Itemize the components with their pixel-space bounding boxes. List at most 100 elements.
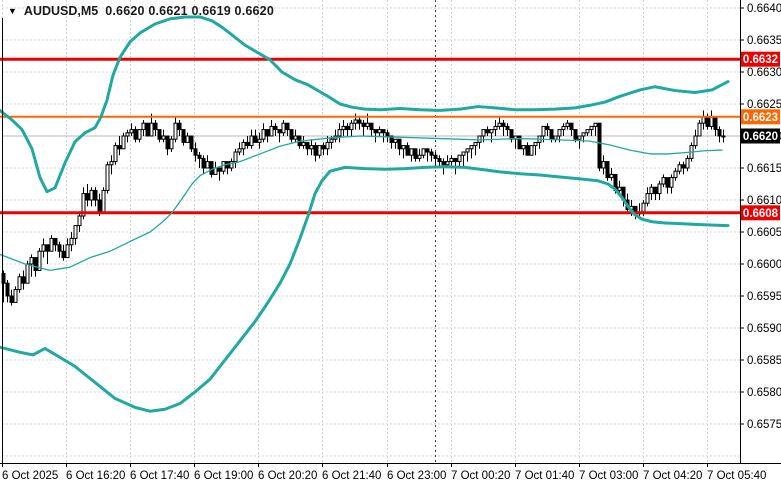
candle-body-down	[245, 141, 250, 147]
candle-body-up	[113, 145, 118, 163]
candle-body-down	[549, 129, 554, 140]
candle-body-down	[441, 161, 446, 166]
candle-body-down	[665, 177, 670, 188]
y-axis-label: 0.6625	[747, 99, 781, 111]
candle-body-up	[417, 154, 422, 159]
candle-body-up	[649, 186, 654, 195]
candle-body-up	[257, 138, 262, 143]
chart-title-bar: ▼ AUDUSD,M5 0.6620 0.6621 0.6619 0.6620	[8, 3, 274, 19]
candle-body-up	[669, 177, 674, 188]
candle-body-down	[277, 129, 282, 134]
candle-body-down	[265, 129, 270, 137]
candle-body-down	[93, 189, 98, 201]
symbol-dropdown-icon[interactable]: ▼	[8, 6, 17, 16]
candle-body-up	[237, 148, 242, 153]
candle-body-down	[145, 122, 150, 137]
candle-body-down	[201, 157, 206, 169]
candle-body-up	[661, 177, 666, 185]
candle-body-up	[105, 164, 110, 191]
x-axis-label: 6 Oct 21:40	[322, 470, 381, 482]
candle-body-up	[581, 132, 586, 137]
candle-body-up	[657, 183, 662, 195]
candle-body-up	[173, 122, 178, 140]
candle-body-down	[505, 125, 510, 131]
candle-body-down	[253, 135, 258, 143]
x-axis-label: 6 Oct 2025	[2, 470, 58, 482]
candle-body-up	[329, 138, 334, 143]
candle-body-down	[197, 154, 202, 159]
price-badge-value: 0.6620	[743, 131, 778, 143]
candle-body-down	[485, 129, 490, 134]
y-axis-label: 0.6630	[747, 67, 781, 79]
candle-body-down	[153, 122, 158, 131]
candle-body-down	[517, 135, 522, 150]
candle-body-down	[33, 257, 38, 271]
candle-body-down	[597, 122, 602, 169]
candle-body-up	[101, 189, 106, 214]
candle-body-up	[137, 129, 142, 140]
y-axis-label: 0.6635	[747, 35, 781, 47]
candle-body-up	[377, 129, 382, 134]
candle-body-up	[17, 276, 22, 291]
candle-body-up	[301, 141, 306, 147]
candle-body-up	[317, 145, 322, 156]
candle-body-down	[313, 145, 318, 156]
candle-body-up	[645, 193, 650, 204]
candle-body-up	[529, 145, 534, 156]
candle-body-up	[489, 129, 494, 134]
x-axis-label: 7 Oct 05:40	[707, 470, 766, 482]
candle-body-down	[193, 148, 198, 156]
candle-body-up	[601, 161, 606, 169]
candle-body-down	[605, 161, 610, 179]
candle-body-up	[533, 141, 538, 147]
candle-body-up	[221, 161, 226, 172]
lower-band-line	[0, 165, 730, 413]
price-badge-value: 0.6632	[743, 54, 778, 66]
candle-body-up	[65, 244, 70, 259]
x-axis-label: 6 Oct 16:20	[66, 470, 125, 482]
candle-body-up	[521, 145, 526, 150]
candle-body-down	[157, 129, 162, 140]
candle-body-down	[97, 199, 102, 214]
candle-body-down	[21, 276, 26, 284]
candle-body-up	[241, 141, 246, 150]
candle-body-down	[9, 295, 14, 303]
x-axis-label: 7 Oct 04:20	[643, 470, 702, 482]
ohlc-values: 0.6620 0.6621 0.6619 0.6620	[105, 4, 274, 18]
candle-body-down	[545, 125, 550, 131]
candle-body-up	[617, 186, 622, 191]
candle-body-up	[541, 125, 546, 137]
candle-body-up	[481, 129, 486, 137]
candle-body-up	[493, 125, 498, 131]
candle-body-up	[709, 116, 714, 127]
candle-body-down	[305, 141, 310, 150]
x-axis-label: 7 Oct 03:00	[579, 470, 638, 482]
candle-body-down	[57, 244, 62, 252]
candle-body-down	[509, 129, 514, 140]
candle-body-up	[121, 135, 126, 150]
candle-body-down	[45, 244, 50, 252]
candle-body-up	[409, 148, 414, 156]
middle-band-line	[0, 135, 723, 272]
candle-body-down	[373, 129, 378, 134]
candle-body-up	[693, 135, 698, 147]
price-chart-canvas[interactable]: 0.6640 0.6635 0.6630 0.6625 0.6620 0.6615 0.66…	[0, 0, 781, 489]
candle-body-down	[681, 164, 686, 169]
x-axis-label: 7 Oct 00:20	[451, 470, 510, 482]
candle-body-down	[369, 122, 374, 131]
candle-body-up	[445, 161, 450, 166]
candle-body-up	[109, 161, 114, 166]
candle-body-up	[337, 129, 342, 137]
y-axis-label: 0.6575	[747, 419, 781, 431]
candle-body-up	[473, 141, 478, 147]
candle-body-down	[217, 167, 222, 172]
candle-body-up	[457, 154, 462, 163]
candle-body-up	[585, 129, 590, 134]
candle-body-down	[713, 116, 718, 131]
candle-body-down	[705, 116, 710, 127]
candle-body-up	[685, 157, 690, 169]
candle-body-up	[589, 125, 594, 131]
candle-body-up	[25, 263, 30, 284]
candle-body-up	[577, 135, 582, 140]
candle-body-up	[557, 129, 562, 137]
